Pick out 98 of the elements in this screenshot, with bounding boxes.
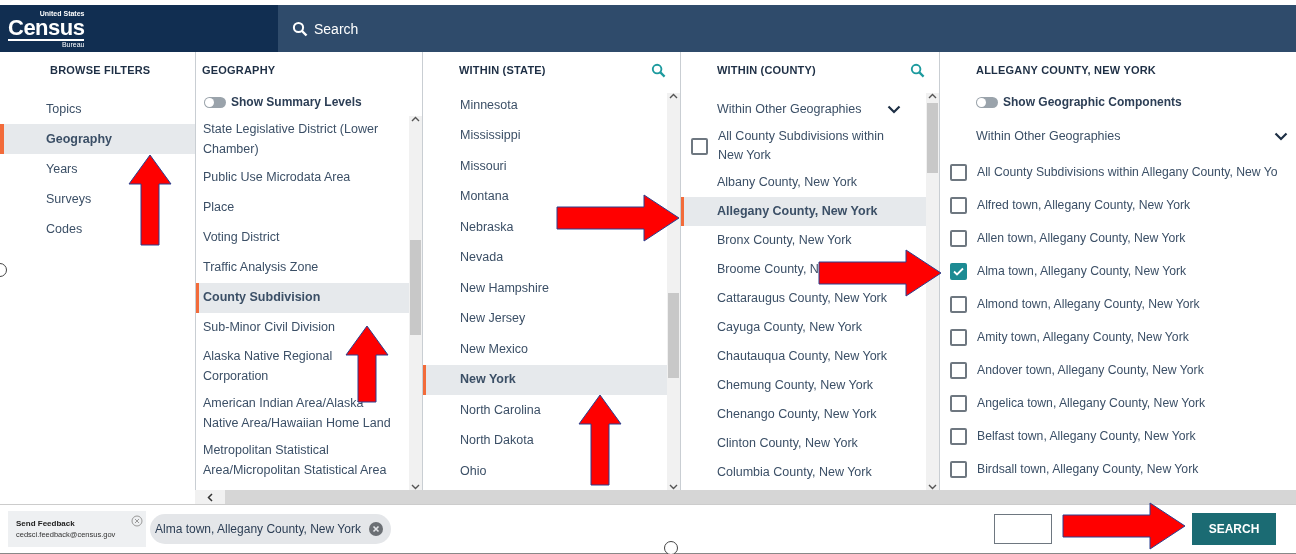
column-title: WITHIN (COUNTY) bbox=[717, 64, 816, 76]
checkbox-label: Belfast town, Allegany County, New York bbox=[977, 428, 1196, 445]
scroll-up-icon[interactable] bbox=[669, 93, 678, 99]
county-item[interactable]: Clinton County, New York bbox=[717, 433, 858, 454]
checkbox[interactable] bbox=[950, 395, 967, 412]
scrollbar[interactable] bbox=[667, 93, 680, 490]
column-title: GEOGRAPHY bbox=[202, 64, 276, 76]
input-field[interactable] bbox=[994, 514, 1052, 544]
chevron-down-icon bbox=[887, 104, 901, 114]
state-item[interactable]: Nebraska bbox=[460, 217, 514, 237]
checkbox-label: Birdsall town, Allegany County, New York bbox=[977, 461, 1199, 478]
summary-level-item[interactable]: Traffic Analysis Zone bbox=[203, 258, 319, 278]
county-item[interactable]: Albany County, New York bbox=[717, 172, 858, 193]
county-item[interactable]: Cattaraugus County, New York bbox=[717, 288, 887, 309]
state-item[interactable]: New Jersey bbox=[460, 309, 526, 329]
summary-level-item[interactable]: Alaska Native Regional Corporation bbox=[203, 347, 393, 386]
checkbox-label: Allen town, Allegany County, New York bbox=[977, 230, 1186, 247]
county-item[interactable]: Chenango County, New York bbox=[717, 404, 877, 425]
summary-level-item[interactable]: American Indian Area/Alaska Native Area/Hawaiian Home Land bbox=[203, 394, 393, 433]
checkbox-label: Andover town, Allegany County, New York bbox=[977, 362, 1204, 379]
checkbox-label: Amity town, Allegany County, New York bbox=[977, 329, 1189, 346]
horizontal-scrollbar[interactable] bbox=[195, 490, 1296, 504]
close-icon[interactable] bbox=[131, 515, 143, 527]
filter-nav-item[interactable]: Years bbox=[0, 154, 195, 184]
county-item[interactable]: Cayuga County, New York bbox=[717, 317, 862, 338]
scrollbar[interactable] bbox=[409, 116, 422, 490]
feedback-title[interactable]: Send Feedback bbox=[16, 519, 146, 528]
state-item[interactable]: Ohio bbox=[460, 461, 487, 481]
checkbox-label: Almond town, Allegany County, New York bbox=[977, 296, 1200, 313]
scroll-up-icon[interactable] bbox=[928, 93, 937, 99]
geography-dropdown[interactable]: Within Other Geographies bbox=[681, 94, 901, 124]
toggle-switch[interactable] bbox=[976, 96, 998, 108]
check-icon bbox=[953, 267, 964, 276]
chevron-down-icon bbox=[1274, 131, 1288, 141]
remove-icon[interactable] bbox=[368, 522, 383, 536]
toggle-label: Show Geographic Components bbox=[1003, 95, 1182, 109]
checkbox[interactable] bbox=[950, 197, 967, 214]
geography-dropdown[interactable]: Within Other Geographies bbox=[940, 116, 1288, 156]
scroll-left-icon[interactable] bbox=[207, 492, 213, 502]
checkbox[interactable] bbox=[950, 164, 967, 181]
checkbox[interactable] bbox=[691, 137, 708, 155]
county-item[interactable]: Columbia County, New York bbox=[717, 462, 872, 483]
checkbox[interactable] bbox=[950, 230, 967, 247]
state-item[interactable]: Nevada bbox=[460, 248, 504, 268]
state-item[interactable]: Minnesota bbox=[460, 95, 518, 115]
county-item[interactable]: Chautauqua County, New York bbox=[717, 346, 888, 367]
scroll-down-icon[interactable] bbox=[411, 484, 420, 490]
handle-icon[interactable] bbox=[664, 541, 678, 554]
toggle-label: Show Summary Levels bbox=[231, 95, 362, 109]
checkbox[interactable] bbox=[950, 428, 967, 445]
summary-level-item[interactable]: Sub-Minor Civil Division bbox=[203, 318, 335, 338]
summary-level-item[interactable]: County Subdivision bbox=[196, 283, 409, 313]
scroll-up-icon[interactable] bbox=[411, 116, 420, 122]
checkbox-label: Alfred town, Allegany County, New York bbox=[977, 197, 1191, 214]
filter-nav-item[interactable]: Codes bbox=[0, 214, 195, 244]
filter-nav-item[interactable]: Surveys bbox=[0, 184, 195, 214]
scrollbar-thumb[interactable] bbox=[668, 293, 679, 378]
filter-nav-item[interactable]: Geography bbox=[0, 124, 195, 154]
county-item[interactable]: Allegany County, New York bbox=[681, 197, 926, 226]
column-title: BROWSE FILTERS bbox=[50, 64, 151, 76]
state-item[interactable]: Montana bbox=[460, 187, 509, 207]
scrollbar-thumb[interactable] bbox=[410, 240, 421, 335]
county-item[interactable]: Broome County, N bbox=[717, 259, 819, 280]
state-item[interactable]: New Hampshire bbox=[460, 278, 549, 298]
checkbox-label: Alma town, Allegany County, New York bbox=[977, 263, 1187, 280]
checkbox[interactable] bbox=[950, 362, 967, 379]
scroll-down-icon[interactable] bbox=[669, 484, 678, 490]
checkbox[interactable] bbox=[950, 461, 967, 478]
search-button[interactable]: SEARCH bbox=[1192, 513, 1276, 545]
summary-level-item[interactable]: State Legislative District (Lower Chamber) bbox=[203, 120, 393, 159]
search-icon[interactable] bbox=[292, 20, 308, 37]
scrollbar-thumb[interactable] bbox=[927, 103, 938, 173]
county-item[interactable]: Bronx County, New York bbox=[717, 230, 852, 251]
checkbox[interactable] bbox=[950, 329, 967, 346]
checkbox-label: Angelica town, Allegany County, New York bbox=[977, 395, 1206, 412]
state-item[interactable]: Mississippi bbox=[460, 126, 521, 146]
toggle-switch[interactable] bbox=[204, 96, 226, 108]
summary-level-item[interactable]: Voting District bbox=[203, 228, 280, 248]
checkbox-label: All County Subdivisions within Allegany County, New Yo bbox=[977, 164, 1278, 181]
column-title: ALLEGANY COUNTY, NEW YORK bbox=[976, 64, 1156, 76]
state-item[interactable]: North Dakota bbox=[460, 431, 534, 451]
state-item[interactable]: New Mexico bbox=[460, 339, 529, 359]
summary-level-item[interactable]: Metropolitan Statistical Area/Micropolitan Statistical Area bbox=[203, 441, 393, 480]
filter-nav-item[interactable]: Topics bbox=[0, 94, 195, 124]
scrollbar[interactable] bbox=[926, 93, 939, 490]
scroll-down-icon[interactable] bbox=[928, 484, 937, 490]
state-item[interactable]: Missouri bbox=[460, 156, 507, 176]
state-item[interactable]: North Carolina bbox=[460, 400, 541, 420]
checkbox-label: All County Subdivisions within New York bbox=[718, 128, 886, 164]
county-item[interactable]: Chemung County, New York bbox=[717, 375, 874, 396]
checkbox[interactable] bbox=[950, 263, 967, 280]
search-field[interactable]: Search bbox=[278, 5, 1296, 52]
summary-level-item[interactable]: Public Use Microdata Area bbox=[203, 168, 351, 188]
checkbox[interactable] bbox=[950, 296, 967, 313]
summary-level-item[interactable]: Place bbox=[203, 198, 235, 218]
column-title: WITHIN (STATE) bbox=[459, 64, 546, 76]
selected-filter-chip[interactable]: Alma town, Allegany County, New York bbox=[150, 514, 391, 544]
state-item[interactable]: New York bbox=[423, 364, 667, 395]
